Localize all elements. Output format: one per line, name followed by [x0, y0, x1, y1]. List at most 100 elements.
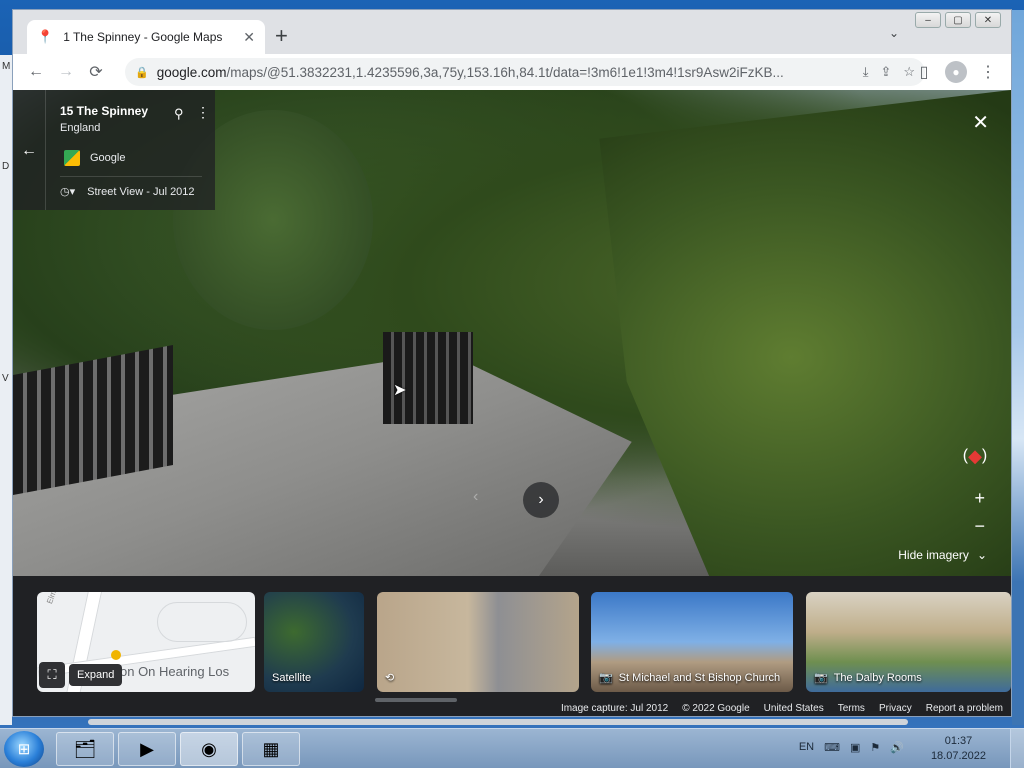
expand-icon: ⛶ [39, 662, 65, 688]
location-pin-icon[interactable]: ⚲ [174, 106, 184, 122]
hide-imagery-button[interactable]: Hide imagery ⌄ [898, 548, 987, 562]
file-explorer-taskbar-icon[interactable]: 🗂 [56, 732, 114, 766]
camera-icon: 📷 [599, 672, 613, 684]
back-arrow-icon[interactable]: ← [21, 142, 37, 160]
see-more-dates-button[interactable]: ◷▾ Street View - Jul 2012 [60, 185, 195, 199]
network-icon[interactable]: ▣ [850, 741, 860, 754]
report-problem-link[interactable]: Report a problem [926, 703, 1003, 714]
tab-google-maps[interactable]: 📍 1 The Spinney - Google Maps ✕ [27, 20, 265, 54]
provider-row: Google [64, 150, 125, 166]
satellite-label: Satellite [272, 672, 312, 684]
tab-title: 1 The Spinney - Google Maps [63, 30, 223, 44]
url-text[interactable]: google.com/maps/@51.3832231,1.4235596,3a… [157, 65, 855, 80]
thumbnail-street-view[interactable]: ⟲ [377, 592, 579, 692]
desktop-letter: V [2, 373, 9, 384]
toolbar-right: ▯ ● ⋮ [909, 57, 1003, 87]
clock[interactable]: 01:37 18.07.2022 [931, 734, 986, 764]
card-divider [60, 176, 202, 177]
network-app-taskbar-icon[interactable]: ▦ [242, 732, 300, 766]
desktop-right-edge [1012, 10, 1024, 725]
back-arrow-icon[interactable]: ← [21, 57, 51, 87]
expand-tooltip: Expand [69, 664, 123, 686]
reload-icon[interactable]: ⟳ [81, 57, 111, 87]
start-button[interactable]: ⊞ [4, 731, 44, 767]
desktop-letter: M [2, 61, 11, 72]
url-path: /maps/@51.3832231,1.4235596,3a,75y,153.1… [226, 64, 784, 80]
place-subtitle: England [60, 122, 101, 134]
strip-scroll-indicator[interactable] [375, 698, 457, 702]
horizontal-scrollbar[interactable] [88, 719, 908, 725]
next-arrow-button[interactable]: › [523, 482, 559, 518]
tab-search-chevron-icon[interactable]: ⌄ [889, 26, 899, 40]
dalby-photo-label: 📷 The Dalby Rooms [814, 671, 922, 685]
share-icon[interactable]: ⇪ [880, 64, 891, 80]
google-maps-logo-icon [64, 150, 80, 166]
volume-icon[interactable]: 🔊 [890, 741, 904, 754]
maximize-button[interactable]: ▢ [945, 12, 971, 28]
imagery-strip: Elmstone Gard ction On Hearing Los ⛶ Exp… [13, 576, 1011, 716]
close-window-button[interactable]: ✕ [975, 12, 1001, 28]
maps-footer: Image capture: Jul 2012 © 2022 Google Un… [561, 703, 1003, 714]
terms-link[interactable]: Terms [838, 703, 865, 714]
minimize-button[interactable]: – [915, 12, 941, 28]
map-street-label: Elmstone Gard [45, 592, 72, 605]
map-marker-icon [111, 650, 121, 660]
street-view-360-icon: ⟲ [385, 672, 395, 684]
compass-button[interactable]: ( ◆ ) [955, 438, 995, 474]
profile-avatar-icon[interactable]: ● [945, 61, 967, 83]
chrome-menu-icon[interactable]: ⋮ [973, 57, 1003, 87]
hide-imagery-label: Hide imagery [898, 548, 969, 562]
tab-close-icon[interactable]: ✕ [243, 29, 255, 46]
region-link[interactable]: United States [764, 703, 824, 714]
address-bar[interactable]: 🔒 google.com/maps/@51.3832231,1.4235596,… [125, 58, 925, 86]
close-street-view-icon[interactable]: ✕ [972, 110, 989, 135]
provider-label: Google [90, 152, 126, 164]
window-controls: – ▢ ✕ [915, 12, 1001, 28]
dalby-label: The Dalby Rooms [833, 671, 922, 684]
camera-icon: 📷 [814, 672, 828, 684]
more-options-icon[interactable]: ⋮ [196, 104, 210, 121]
location-info-card: ← 15 The Spinney England ⚲ ⋮ Google ◷▾ S… [13, 90, 215, 210]
privacy-link[interactable]: Privacy [879, 703, 912, 714]
previous-arrow-icon[interactable]: ‹ [473, 488, 478, 506]
browser-toolbar: ← → ⟳ 🔒 google.com/maps/@51.3832231,1.42… [13, 54, 1011, 90]
mouse-cursor-icon: ➤ [393, 382, 407, 399]
desktop-letter: D [2, 161, 10, 172]
install-app-icon[interactable]: ⤓ [863, 64, 869, 80]
compass-needle-icon: ◆ [968, 445, 982, 466]
media-player-taskbar-icon[interactable]: ▶ [118, 732, 176, 766]
church-photo-label: 📷 St Michael and St Bishop Church [599, 671, 781, 685]
action-center-flag-icon[interactable]: ⚑ [870, 741, 880, 754]
side-panel-icon[interactable]: ▯ [909, 57, 939, 87]
clock-date: 18.07.2022 [930, 750, 986, 762]
map-place-text: ction On Hearing Los [107, 664, 230, 679]
card-content: 15 The Spinney England ⚲ ⋮ Google ◷▾ Str… [45, 90, 215, 210]
tab-strip: 📍 1 The Spinney - Google Maps ✕ + ⌄ – ▢ … [13, 10, 1011, 54]
place-title[interactable]: 15 The Spinney [60, 104, 215, 118]
church-label: St Michael and St Bishop Church [618, 671, 781, 684]
zoom-out-button[interactable]: − [974, 516, 985, 537]
thumbnail-satellite[interactable]: Satellite [264, 592, 364, 692]
taskbar: ⊞ 🗂 ▶ ◉ ▦ EN ⌨ ▣ ⚑ 🔊 01:37 18.07.2022 [0, 728, 1024, 768]
chrome-taskbar-icon[interactable]: ◉ [180, 732, 238, 766]
maps-favicon-icon: 📍 [37, 29, 54, 44]
street-view-panorama[interactable]: ← 15 The Spinney England ⚲ ⋮ Google ◷▾ S… [13, 90, 1011, 576]
copyright-text: © 2022 Google [682, 703, 750, 714]
new-tab-button[interactable]: + [275, 24, 288, 48]
system-tray: EN ⌨ ▣ ⚑ 🔊 [799, 741, 904, 754]
desktop-left-edge: M D V [0, 55, 12, 725]
expand-button[interactable]: ⛶ Expand [39, 662, 123, 688]
thumbnail-map[interactable]: Elmstone Gard ction On Hearing Los ⛶ Exp… [37, 592, 255, 692]
url-host: google.com [156, 64, 227, 80]
thumbnail-dalby-rooms[interactable]: 📷 The Dalby Rooms [806, 592, 1011, 692]
show-desktop-button[interactable] [1010, 729, 1024, 768]
browser-window: 📍 1 The Spinney - Google Maps ✕ + ⌄ – ▢ … [12, 9, 1012, 717]
map-road [157, 602, 247, 642]
zoom-in-button[interactable]: + [974, 488, 985, 509]
forward-arrow-icon[interactable]: → [51, 57, 81, 87]
thumbnail-church[interactable]: 📷 St Michael and St Bishop Church [591, 592, 793, 692]
lock-icon[interactable]: 🔒 [135, 66, 149, 79]
gate-right-shape [383, 332, 473, 424]
language-indicator[interactable]: EN [799, 741, 814, 754]
keyboard-icon[interactable]: ⌨ [824, 741, 840, 754]
